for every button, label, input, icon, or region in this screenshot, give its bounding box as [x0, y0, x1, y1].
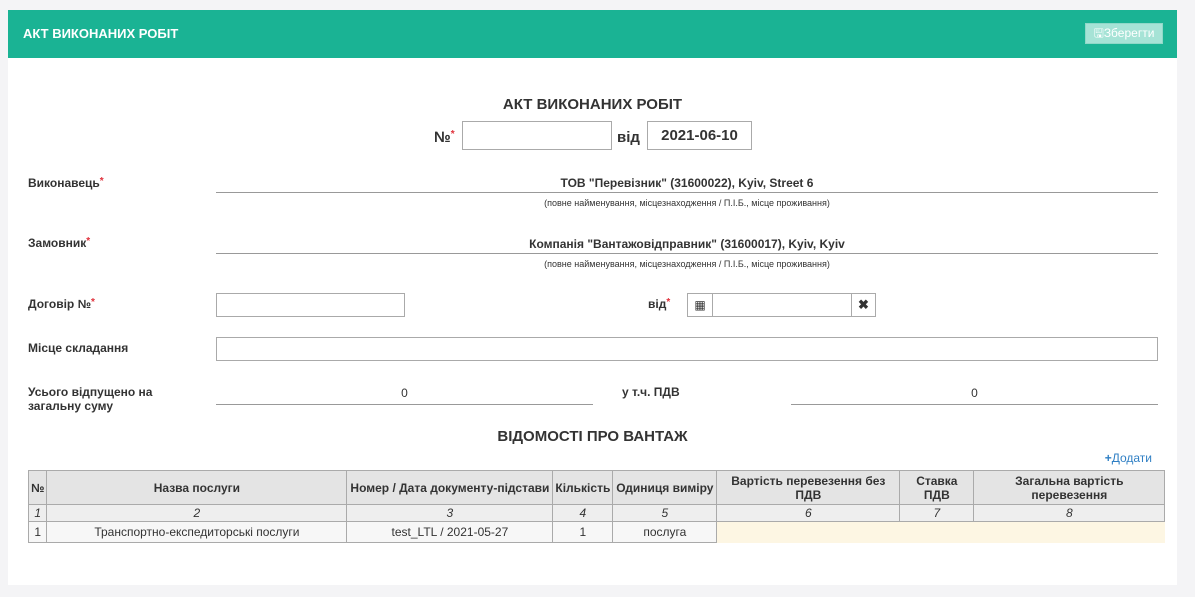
place-input[interactable] — [216, 337, 1158, 361]
col-header: Назва послуги — [46, 470, 348, 505]
document-title: АКТ ВИКОНАНИХ РОБІТ — [502, 96, 683, 113]
floppy-icon: 🖫 — [1093, 26, 1104, 40]
col-header: Кількість — [552, 470, 614, 505]
col-header: Вартість перевезення без ПДВ — [716, 470, 901, 505]
col-header: Загальна вартість перевезення — [973, 470, 1166, 505]
table-row[interactable]: 1 Транспортно-експедиторські послуги test_… — [27, 521, 1165, 543]
header-title: АКТ ВИКОНАНИХ РОБІТ — [23, 26, 179, 41]
executor-hint: (повне найменування, місцезнаходження / … — [544, 198, 830, 208]
customer-hint: (повне найменування, місцезнаходження / … — [544, 259, 830, 269]
save-button[interactable]: 🖫Зберегти — [1085, 23, 1163, 44]
total-label: Усього відпущено на загальну суму — [28, 385, 153, 413]
add-link[interactable]: +Додати — [1105, 451, 1152, 465]
act-number-input[interactable] — [462, 121, 612, 150]
act-date-input[interactable]: 2021-06-10 — [647, 121, 752, 150]
cargo-title: ВІДОМОСТІ ПРО ВАНТАЖ — [497, 428, 688, 445]
customer-value: Компанія "Вантажовідправник" (31600017),… — [529, 237, 845, 251]
total-value: 0 — [401, 386, 408, 400]
price-cells[interactable] — [716, 521, 1165, 543]
place-label: Місце складання — [28, 341, 129, 355]
col-header: № — [27, 470, 48, 505]
vat-label: у т.ч. ПДВ — [622, 385, 680, 399]
contract-date-input[interactable] — [713, 294, 851, 316]
number-label: №* — [434, 129, 455, 146]
col-header: Ставка ПДВ — [899, 470, 975, 505]
contract-date-picker[interactable]: ▦ ✖ — [687, 293, 876, 317]
plus-icon: + — [1104, 451, 1112, 465]
cargo-table: № Назва послуги Номер / Дата документу-п… — [27, 470, 1166, 543]
customer-label: Замовник* — [28, 236, 91, 250]
clear-icon[interactable]: ✖ — [851, 294, 875, 316]
act-card: АКТ ВИКОНАНИХ РОБІТ 🖫Зберегти АКТ ВИКОНА… — [8, 10, 1177, 585]
index-row: 12345678 — [27, 504, 1166, 522]
col-header: Номер / Дата документу-підстави — [346, 470, 554, 505]
date-label: від — [617, 129, 640, 146]
col-header: Одиниця виміру — [612, 470, 718, 505]
vat-value: 0 — [971, 386, 978, 400]
header-bar: АКТ ВИКОНАНИХ РОБІТ 🖫Зберегти — [8, 10, 1177, 58]
executor-label: Виконавець* — [28, 176, 104, 190]
contract-number-input[interactable] — [216, 293, 405, 317]
calendar-icon[interactable]: ▦ — [688, 294, 713, 316]
executor-value: ТОВ "Перевізник" (31600022), Kyiv, Stree… — [560, 176, 814, 190]
contract-label: Договір №* — [28, 297, 95, 311]
contract-date-label: від* — [648, 297, 671, 311]
